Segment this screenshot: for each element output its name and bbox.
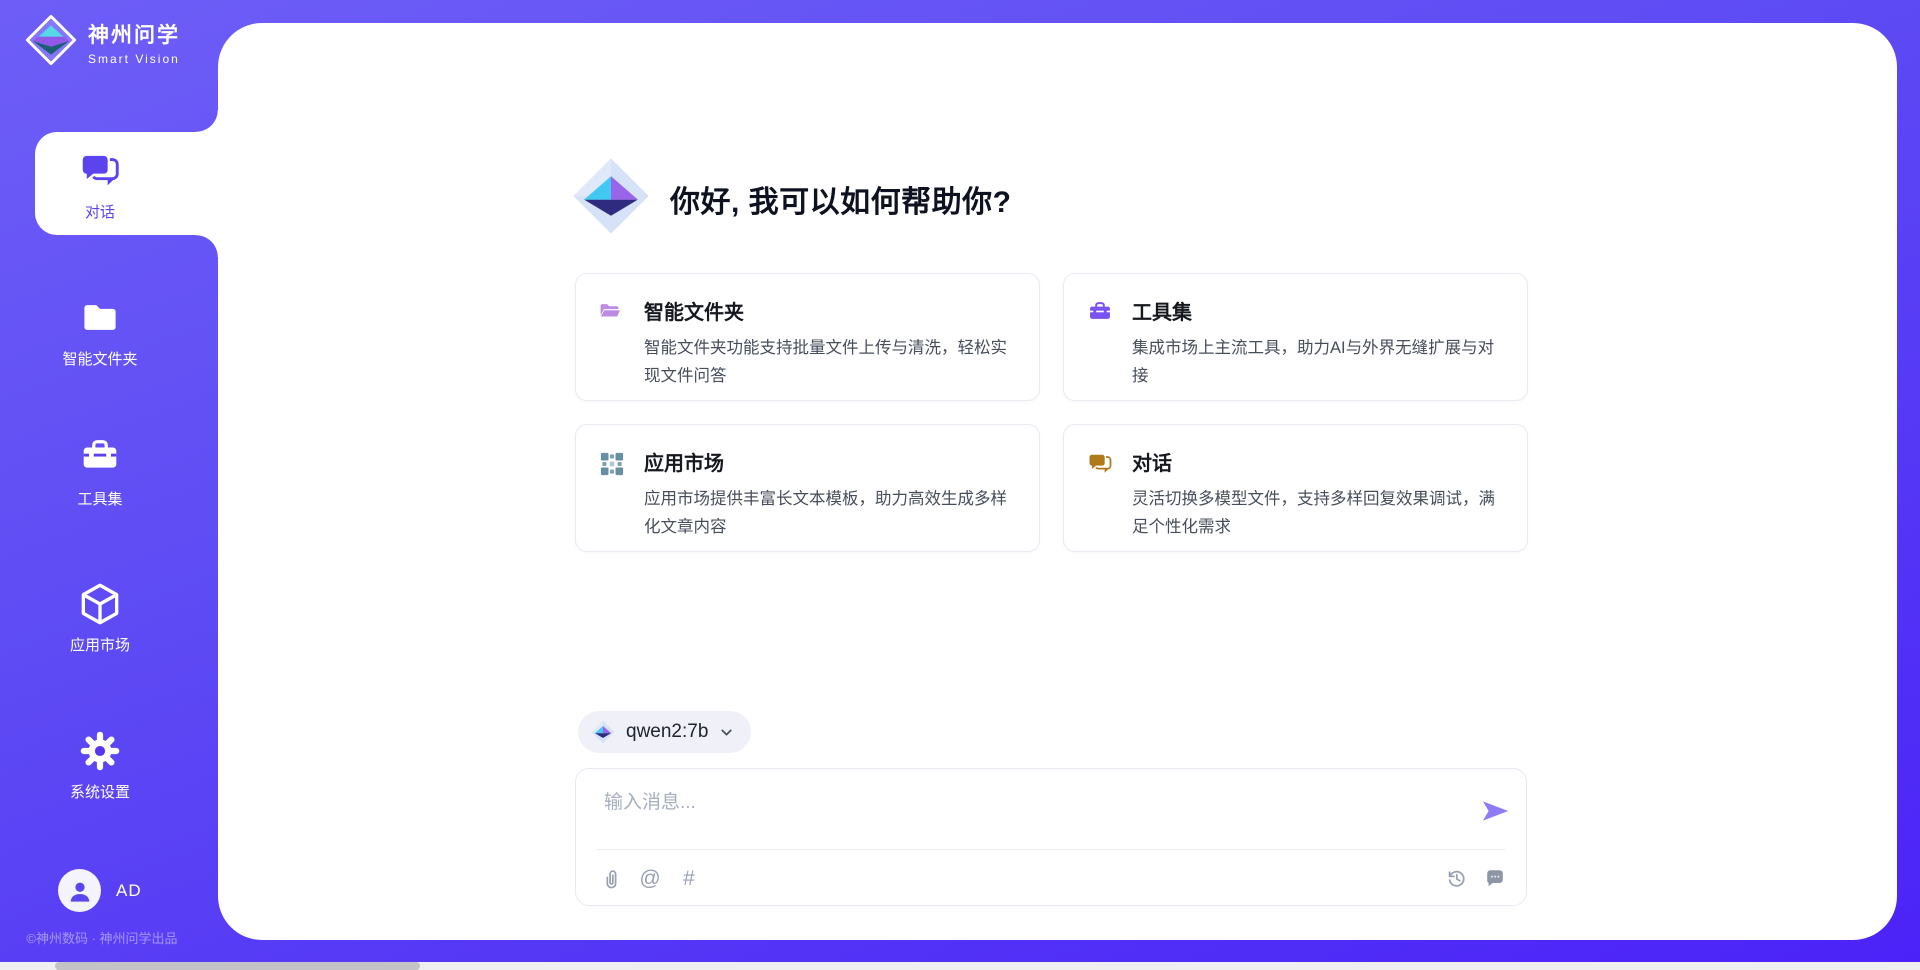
attachment-icon[interactable] [600,865,622,891]
card-title: 工具集 [1132,296,1507,325]
sidebar-item-label: 工具集 [0,488,200,509]
card-description: 应用市场提供丰富长文本模板，助力高效生成多样化文章内容 [644,485,1019,541]
avatar [58,869,101,912]
sidebar-item-label: 智能文件夹 [0,348,200,369]
chat-icon [1086,450,1114,478]
chat-icon [0,147,200,195]
composer-tools-right [1445,865,1506,891]
brand-diamond-icon [24,13,78,72]
scrollbar-thumb[interactable] [55,962,420,970]
greeting: 你好, 我可以如何帮助你? [568,153,1012,244]
brand: 神州问学 Smart Vision [24,13,180,72]
send-icon[interactable] [1477,794,1511,828]
grid-icon [598,450,626,478]
card-app-market[interactable]: 应用市场 应用市场提供丰富长文本模板，助力高效生成多样化文章内容 [575,424,1040,552]
composer-tools-left: @ # [600,865,700,891]
user-name: AD [116,881,142,901]
card-title: 智能文件夹 [644,296,1019,325]
message-input[interactable] [604,787,1459,839]
card-title: 应用市场 [644,447,1019,476]
history-icon[interactable] [1445,865,1468,891]
hashtag-icon[interactable]: # [678,865,700,891]
app-screen: 神州问学 Smart Vision 对话 智能文件夹 [0,0,1920,970]
app-title: 神州问学 [88,19,180,49]
model-name: qwen2:7b [626,721,708,743]
person-icon [65,876,95,906]
folder-icon [0,294,200,342]
sidebar-item-toolset[interactable]: 工具集 [0,434,200,509]
card-description: 灵活切换多模型文件，支持多样回复效果调试，满足个性化需求 [1132,485,1507,541]
mention-icon[interactable]: @ [639,865,661,891]
card-description: 集成市场上主流工具，助力AI与外界无缝扩展与对接 [1132,334,1507,390]
feature-cards: 智能文件夹 智能文件夹功能支持批量文件上传与清洗，轻松实现文件问答 工具集 集成… [575,273,1528,552]
card-description: 智能文件夹功能支持批量文件上传与清洗，轻松实现文件问答 [644,334,1019,390]
sidebar-item-chat[interactable]: 对话 [0,147,200,222]
sidebar-item-settings[interactable]: 系统设置 [0,727,200,802]
assistant-diamond-icon [568,153,654,244]
main-panel: 你好, 我可以如何帮助你? 智能文件夹 智能文件夹功能支持批量文件上传与清洗，轻… [218,23,1897,940]
model-selector[interactable]: qwen2:7b [578,711,751,753]
gear-icon [0,727,200,775]
sidebar-item-label: 应用市场 [0,634,200,655]
toolbox-icon [1086,299,1114,327]
card-chat[interactable]: 对话 灵活切换多模型文件，支持多样回复效果调试，满足个性化需求 [1063,424,1528,552]
toolbox-icon [0,434,200,482]
message-composer: @ # [575,768,1527,906]
active-tab-fillet-bottom [196,235,218,257]
sidebar-item-app-market[interactable]: 应用市场 [0,580,200,655]
sidebar-item-smart-folder[interactable]: 智能文件夹 [0,294,200,369]
model-diamond-icon [590,719,616,745]
user-profile[interactable]: AD [58,869,142,912]
app-subtitle: Smart Vision [88,52,180,66]
chevron-down-icon [718,724,735,741]
comment-icon[interactable] [1484,865,1506,891]
folder-open-icon [598,299,626,327]
sidebar-item-label: 对话 [0,201,200,222]
sidebar-item-label: 系统设置 [0,781,200,802]
card-smart-folder[interactable]: 智能文件夹 智能文件夹功能支持批量文件上传与清洗，轻松实现文件问答 [575,273,1040,401]
horizontal-scrollbar [0,962,1920,970]
active-tab-fillet-top [196,110,218,132]
cube-icon [0,580,200,628]
copyright: ©神州数码 · 神州问学出品 [0,928,204,947]
composer-divider [596,849,1506,850]
card-title: 对话 [1132,447,1507,476]
card-toolset[interactable]: 工具集 集成市场上主流工具，助力AI与外界无缝扩展与对接 [1063,273,1528,401]
greeting-title: 你好, 我可以如何帮助你? [670,177,1012,221]
